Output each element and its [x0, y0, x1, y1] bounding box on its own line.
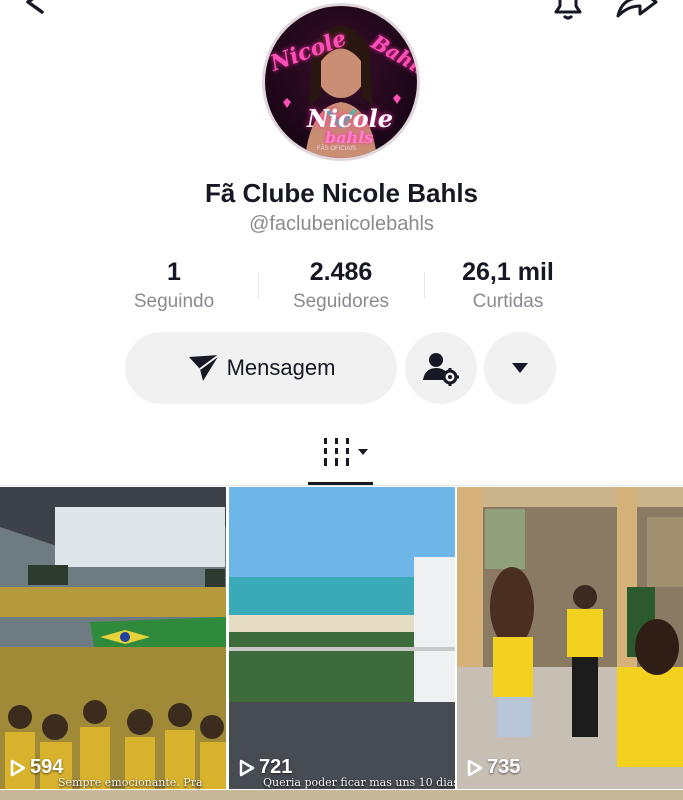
- video-tile[interactable]: 721 Queria poder ficar mas uns 10 dias p…: [229, 487, 455, 789]
- view-count: 594: [10, 756, 63, 779]
- share-icon[interactable]: [612, 0, 660, 20]
- play-icon: [10, 759, 26, 776]
- dropdown-arrow-icon: [512, 363, 528, 373]
- view-count: 735: [467, 756, 520, 779]
- profile-handle: @faclubenicolebahls: [249, 213, 434, 235]
- videos-grid-icon[interactable]: [322, 436, 372, 470]
- avatar-script-2: bahls: [325, 128, 374, 147]
- video-thumbnail: [457, 487, 683, 789]
- message-label: Mensagem: [226, 355, 336, 380]
- video-caption: Sempre emocionante. Pra: [58, 776, 203, 789]
- back-arrow-icon[interactable]: [14, 0, 54, 16]
- stat-following[interactable]: 1 Seguindo: [89, 258, 259, 313]
- follow-settings-button[interactable]: [405, 332, 477, 404]
- video-tile[interactable]: 735: [457, 487, 683, 789]
- user-gear-icon: [423, 353, 459, 386]
- next-row-preview: [0, 790, 683, 800]
- stat-followers-value: 2.486: [309, 258, 373, 286]
- stat-likes-label: Curtidas: [472, 291, 544, 312]
- view-count-value: 735: [487, 756, 521, 778]
- video-thumbnail: [229, 487, 455, 789]
- video-thumbnail: [0, 487, 226, 789]
- stat-likes[interactable]: 26,1 mil Curtidas: [423, 258, 593, 313]
- stat-followers[interactable]: 2.486 Seguidores: [256, 258, 426, 313]
- play-icon: [239, 759, 255, 776]
- stat-likes-value: 26,1 mil: [462, 258, 554, 286]
- avatar[interactable]: Nicole Bahls Nicole bahls FÃS OFICIAIS: [262, 3, 420, 161]
- profile-name: Fã Clube Nicole Bahls: [204, 178, 479, 208]
- more-options-button[interactable]: [484, 332, 556, 404]
- stat-following-value: 1: [167, 258, 181, 286]
- stat-followers-label: Seguidores: [292, 291, 390, 312]
- video-caption: Queria poder ficar mas uns 10 dias por: [263, 776, 455, 789]
- play-icon: [467, 759, 483, 776]
- stat-following-label: Seguindo: [133, 291, 215, 312]
- message-button[interactable]: Mensagem: [125, 332, 397, 404]
- avatar-sub: FÃS OFICIAIS: [317, 146, 357, 152]
- video-tile[interactable]: 594 Sempre emocionante. Pra: [0, 487, 226, 789]
- grid-divider: [0, 485, 683, 486]
- bell-icon[interactable]: [548, 0, 588, 20]
- send-icon: [188, 354, 220, 381]
